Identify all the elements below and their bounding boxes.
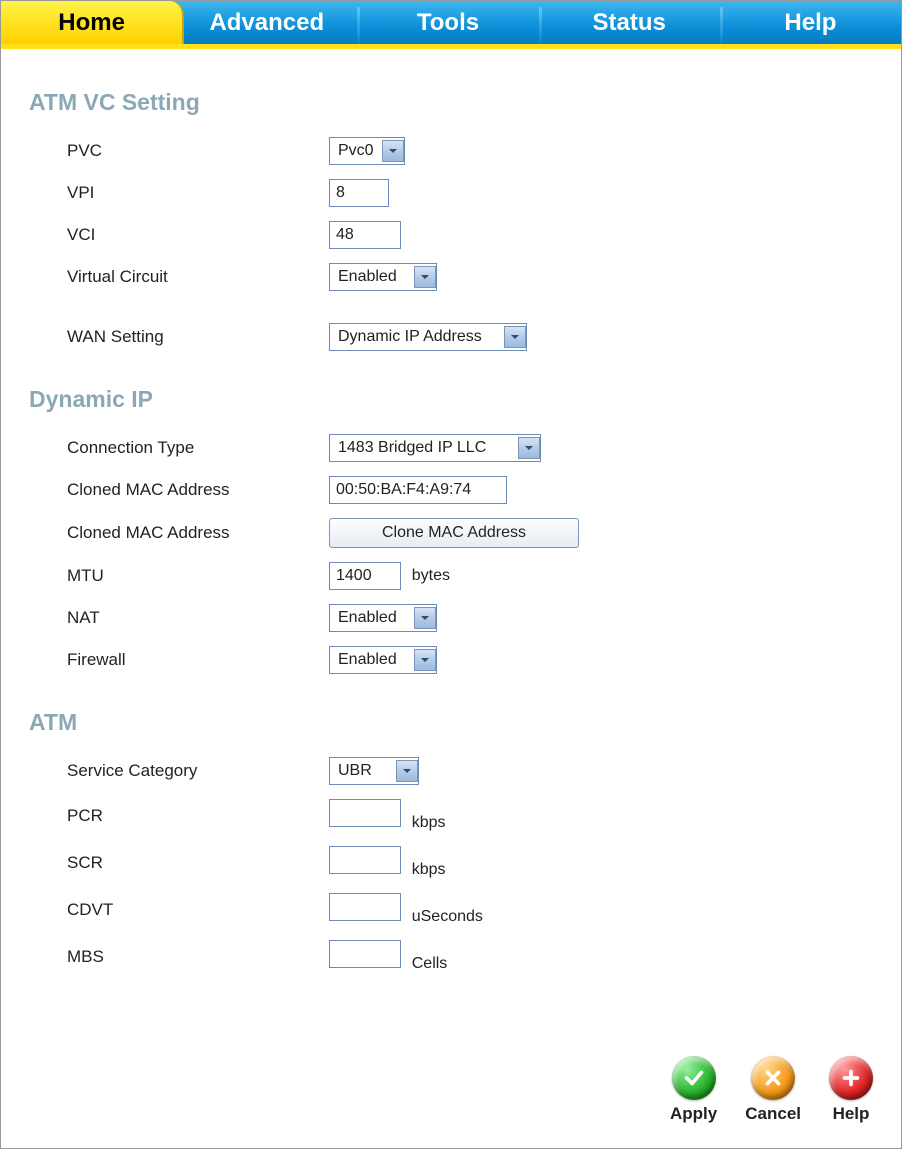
pvc-value: Pvc0 (336, 142, 380, 160)
mbs-label: MBS (63, 933, 325, 980)
chevron-down-icon (414, 607, 436, 629)
pcr-label: PCR (63, 792, 325, 839)
close-icon (751, 1056, 795, 1100)
top-tabs: Home Advanced Tools Status Help (1, 1, 901, 49)
virtual-circuit-value: Enabled (336, 268, 403, 286)
vpi-label: VPI (63, 172, 325, 214)
cdvt-label: CDVT (63, 886, 325, 933)
mtu-unit: bytes (412, 567, 450, 584)
tab-status[interactable]: Status (539, 1, 720, 44)
section-atm-vc-title: ATM VC Setting (29, 89, 873, 116)
connection-type-value: 1483 Bridged IP LLC (336, 439, 492, 457)
chevron-down-icon (414, 649, 436, 671)
vci-label: VCI (63, 214, 325, 256)
tab-tools[interactable]: Tools (357, 1, 538, 44)
help-label: Help (833, 1104, 870, 1124)
chevron-down-icon (504, 326, 526, 348)
dynamic-ip-form: Connection Type 1483 Bridged IP LLC Clon… (63, 427, 583, 681)
tab-help[interactable]: Help (720, 1, 901, 44)
connection-type-select[interactable]: 1483 Bridged IP LLC (329, 434, 541, 462)
pvc-select[interactable]: Pvc0 (329, 137, 405, 165)
service-category-value: UBR (336, 762, 378, 780)
cdvt-input[interactable] (329, 893, 401, 921)
cancel-button[interactable]: Cancel (745, 1056, 801, 1124)
cdvt-unit: uSeconds (412, 908, 483, 925)
tab-tools-label: Tools (417, 9, 479, 37)
firewall-label: Firewall (63, 639, 325, 681)
mtu-input[interactable]: 1400 (329, 562, 401, 590)
cloned-mac-input[interactable]: 00:50:BA:F4:A9:74 (329, 476, 507, 504)
virtual-circuit-label: Virtual Circuit (63, 256, 325, 298)
vci-input[interactable]: 48 (329, 221, 401, 249)
firewall-select[interactable]: Enabled (329, 646, 437, 674)
section-atm-title: ATM (29, 709, 873, 736)
mbs-input[interactable] (329, 940, 401, 968)
pcr-input[interactable] (329, 799, 401, 827)
service-category-label: Service Category (63, 750, 325, 792)
check-icon (672, 1056, 716, 1100)
chevron-down-icon (396, 760, 418, 782)
tab-advanced[interactable]: Advanced (176, 1, 357, 44)
tab-home[interactable]: Home (1, 1, 184, 44)
pvc-label: PVC (63, 130, 325, 172)
cloned-mac-button-label: Cloned MAC Address (63, 511, 325, 555)
clone-mac-button[interactable]: Clone MAC Address (329, 518, 579, 548)
mtu-label: MTU (63, 555, 325, 597)
scr-input[interactable] (329, 846, 401, 874)
plus-icon (829, 1056, 873, 1100)
cancel-label: Cancel (745, 1104, 801, 1124)
help-button[interactable]: Help (829, 1056, 873, 1124)
apply-label: Apply (670, 1104, 717, 1124)
action-bar: Apply Cancel Help (670, 1056, 873, 1124)
section-dynamic-ip-title: Dynamic IP (29, 386, 873, 413)
wan-setting-select[interactable]: Dynamic IP Address (329, 323, 527, 351)
vpi-input[interactable]: 8 (329, 179, 389, 207)
nat-value: Enabled (336, 609, 403, 627)
nat-select[interactable]: Enabled (329, 604, 437, 632)
apply-button[interactable]: Apply (670, 1056, 717, 1124)
chevron-down-icon (382, 140, 404, 162)
mbs-unit: Cells (412, 955, 448, 972)
cloned-mac-label: Cloned MAC Address (63, 469, 325, 511)
tab-home-label: Home (58, 9, 125, 37)
atm-form: Service Category UBR PCR kbps SCR (63, 750, 487, 980)
scr-unit: kbps (412, 861, 446, 878)
atm-vc-form: PVC Pvc0 VPI 8 VCI 48 Virtual Circuit (63, 130, 531, 358)
wan-setting-value: Dynamic IP Address (336, 328, 488, 346)
scr-label: SCR (63, 839, 325, 886)
tab-help-label: Help (784, 9, 836, 37)
virtual-circuit-select[interactable]: Enabled (329, 263, 437, 291)
service-category-select[interactable]: UBR (329, 757, 419, 785)
firewall-value: Enabled (336, 651, 403, 669)
chevron-down-icon (518, 437, 540, 459)
pcr-unit: kbps (412, 814, 446, 831)
connection-type-label: Connection Type (63, 427, 325, 469)
tab-status-label: Status (593, 9, 666, 37)
chevron-down-icon (414, 266, 436, 288)
page-frame: Home Advanced Tools Status Help ATM VC S… (0, 0, 902, 1149)
nat-label: NAT (63, 597, 325, 639)
wan-setting-label: WAN Setting (63, 316, 325, 358)
content-area: ATM VC Setting PVC Pvc0 VPI 8 VCI 48 (1, 49, 901, 1000)
tab-advanced-label: Advanced (209, 9, 324, 37)
